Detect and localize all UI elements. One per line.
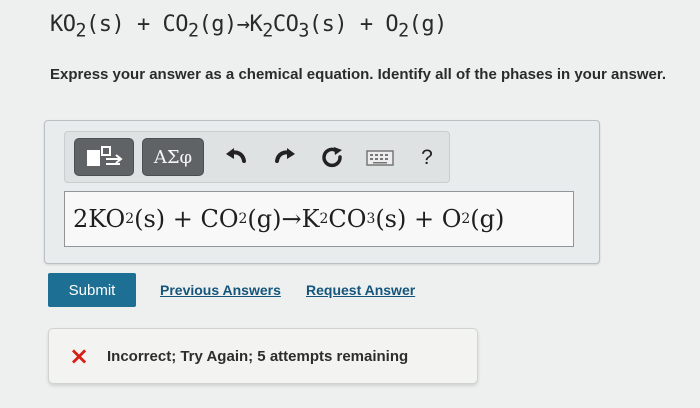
reset-icon[interactable] bbox=[319, 146, 347, 170]
submit-button[interactable]: Submit bbox=[48, 273, 136, 307]
undo-icon[interactable] bbox=[222, 146, 250, 170]
problem-equation-part: CO bbox=[272, 12, 299, 37]
help-button[interactable]: ? bbox=[413, 146, 441, 170]
instructions: Express your answer as a chemical equati… bbox=[50, 66, 667, 83]
redo-icon[interactable] bbox=[271, 146, 299, 170]
previous-answers-link[interactable]: Previous Answers bbox=[160, 282, 281, 298]
greek-symbols-button[interactable]: ΑΣφ bbox=[142, 138, 204, 176]
answer-part: (s) + O bbox=[375, 205, 462, 233]
problem-equation-part: 2 bbox=[75, 20, 87, 42]
problem-equation-part: KO bbox=[50, 12, 76, 37]
template-button[interactable] bbox=[74, 138, 134, 176]
request-answer-link[interactable]: Request Answer bbox=[306, 282, 415, 298]
problem-equation-part: 2 bbox=[398, 20, 409, 42]
x-icon: × bbox=[69, 342, 90, 370]
problem-equation-part: 2 bbox=[188, 20, 199, 42]
problem-equation-part: (s) + CO bbox=[86, 12, 189, 37]
equation-answer-input[interactable]: 2KO 2 (s) + CO 2 (g)→K 2 CO 3 (s) + O2 (g) bbox=[64, 191, 574, 247]
answer-part: (g)→K bbox=[247, 205, 320, 233]
problem-equation-part: 3 bbox=[298, 20, 309, 42]
keyboard-icon[interactable] bbox=[365, 146, 395, 170]
feedback-text: Incorrect; Try Again; 5 attempts remaini… bbox=[107, 347, 409, 365]
template-icon bbox=[82, 145, 126, 169]
answer-part: (s) + CO bbox=[134, 205, 239, 233]
problem-equation-part: (g)→K bbox=[198, 12, 263, 37]
answer-part: (g) bbox=[470, 205, 505, 233]
problem-equation-part: (g) bbox=[408, 12, 448, 37]
feedback-message: × Incorrect; Try Again; 5 attempts remai… bbox=[48, 328, 478, 384]
problem-equation-part: 2 bbox=[262, 20, 273, 42]
problem-equation-part: (s) + O bbox=[308, 12, 399, 37]
problem-equation: KO2(s) + CO2(g)→K2CO3(s) + O2(g) bbox=[50, 12, 447, 41]
answer-part: 2KO bbox=[73, 205, 126, 233]
answer-part: CO bbox=[328, 205, 367, 233]
